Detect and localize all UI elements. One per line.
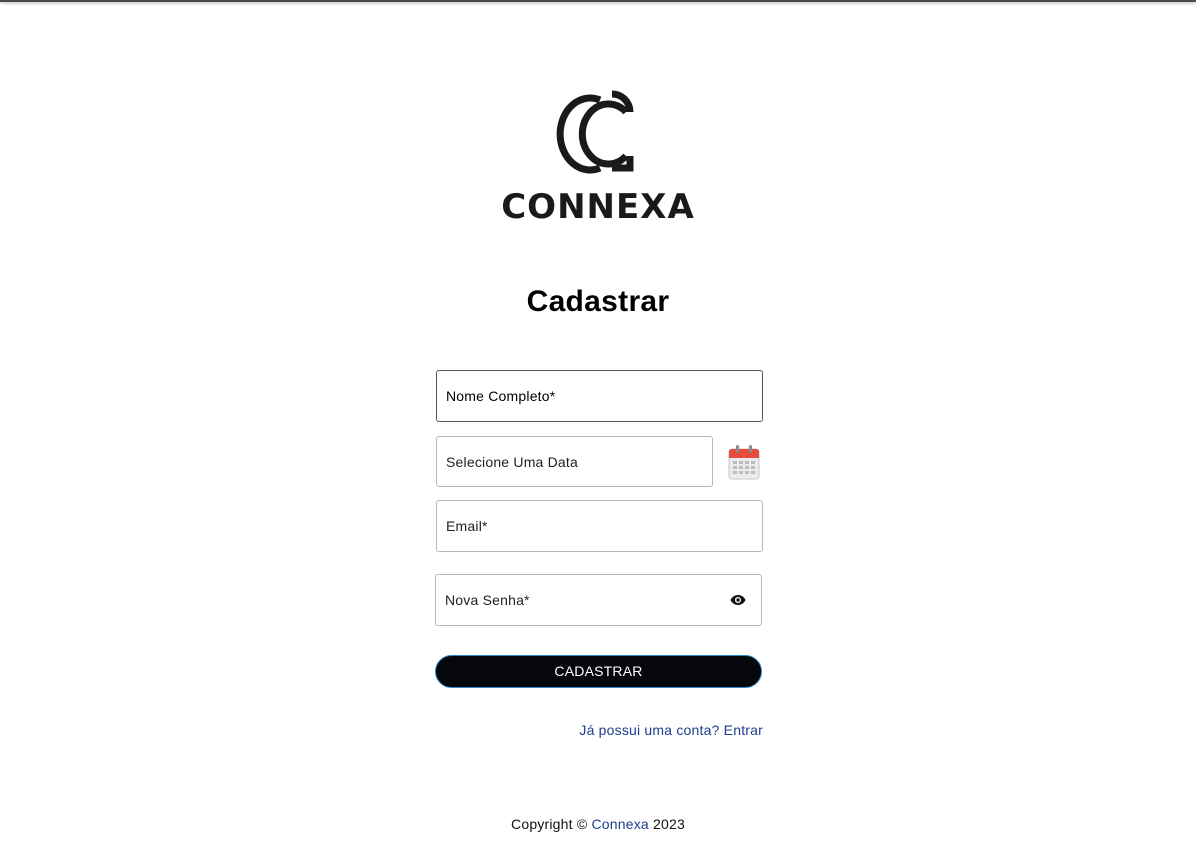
connexa-logo: CONNEXA	[498, 90, 698, 226]
register-button[interactable]: CADASTRAR	[435, 655, 762, 688]
password-field[interactable]: Nova Senha*	[435, 574, 762, 626]
top-shadow-bar	[0, 0, 1196, 2]
date-label: Selecione Uma Data	[446, 453, 578, 470]
login-link[interactable]: Já possui uma conta? Entrar	[579, 722, 763, 738]
eye-icon[interactable]	[730, 594, 746, 606]
full-name-label: Nome Completo*	[446, 388, 556, 404]
password-label: Nova Senha*	[445, 592, 530, 608]
footer-prefix: Copyright ©	[511, 816, 592, 832]
email-label: Email*	[446, 518, 488, 534]
footer-copyright: Copyright © Connexa 2023	[0, 816, 1196, 832]
date-field[interactable]: Selecione Uma Data	[436, 436, 713, 487]
footer-connexa-link[interactable]: Connexa	[591, 816, 648, 832]
footer-year: 2023	[648, 816, 685, 832]
page-title: Cadastrar	[526, 285, 670, 318]
email-field[interactable]: Email*	[436, 500, 763, 552]
connexa-wordmark: CONNEXA	[501, 187, 695, 226]
calendar-icon[interactable]	[728, 444, 760, 480]
svg-text:CONNEXA: CONNEXA	[501, 187, 695, 226]
connexa-logo-mark	[556, 90, 634, 174]
full-name-field[interactable]: Nome Completo*	[436, 370, 763, 422]
